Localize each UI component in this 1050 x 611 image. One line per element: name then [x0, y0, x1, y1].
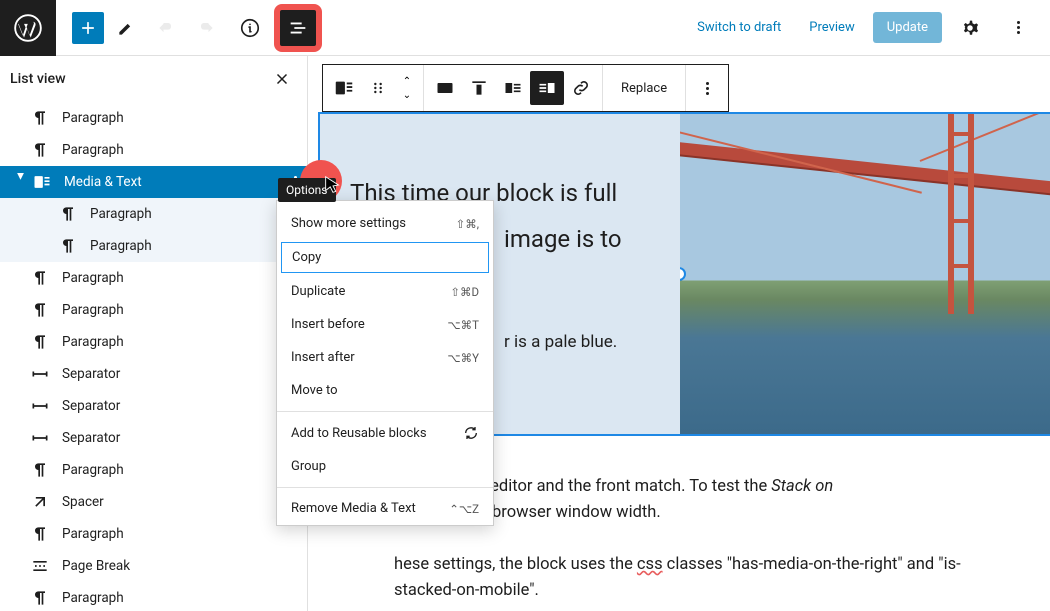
list-item[interactable]: Paragraph — [0, 102, 307, 134]
media-text-image[interactable] — [680, 114, 1050, 434]
hero-line: r is a pale blue. — [504, 329, 660, 356]
top-toolbar: Switch to draft Preview Update — [0, 0, 1050, 56]
separator-icon — [28, 396, 52, 416]
list-item[interactable]: Paragraph — [0, 294, 307, 326]
menu-item[interactable]: Remove Media & Text⌃⌥Z — [277, 492, 493, 525]
block-options-menu: Show more settings⇧⌘,CopyDuplicate⇧⌘DIns… — [276, 200, 494, 526]
paragraph-icon — [56, 204, 80, 224]
list-item[interactable]: Paragraph — [0, 326, 307, 358]
update-button[interactable]: Update — [873, 12, 942, 43]
list-item[interactable]: Paragraph — [0, 454, 307, 486]
pagebreak-icon — [28, 556, 52, 576]
list-view-icon — [287, 17, 309, 39]
list-item[interactable]: Paragraph — [0, 134, 307, 166]
media-text-icon — [30, 172, 54, 192]
list-item-selected[interactable]: ▸Media & Text — [0, 166, 307, 198]
sidebar-title: List view — [10, 71, 66, 87]
edit-mode-button[interactable] — [108, 10, 144, 46]
wordpress-logo[interactable] — [0, 0, 56, 56]
media-left-button[interactable] — [496, 71, 530, 105]
align-top-button[interactable] — [462, 71, 496, 105]
list-item[interactable]: Paragraph — [0, 262, 307, 294]
list-item[interactable]: Page Break — [0, 550, 307, 582]
paragraph-icon — [28, 108, 52, 128]
paragraph-icon — [28, 332, 52, 352]
close-icon — [273, 70, 291, 88]
redo-button[interactable] — [188, 10, 224, 46]
block-type-button[interactable] — [327, 71, 361, 105]
switch-to-draft-button[interactable]: Switch to draft — [687, 14, 791, 41]
paragraph-icon — [56, 236, 80, 256]
menu-item[interactable]: Add to Reusable blocks — [277, 416, 493, 450]
menu-item[interactable]: Duplicate⇧⌘D — [277, 275, 493, 308]
list-item[interactable]: Separator — [0, 390, 307, 422]
list-item[interactable]: Paragraph — [0, 198, 307, 230]
body-paragraph[interactable]: hese settings, the block uses the css cl… — [394, 552, 1010, 603]
list-view-toggle[interactable] — [280, 10, 316, 46]
paragraph-icon — [28, 300, 52, 320]
paragraph-icon — [28, 140, 52, 160]
move-arrows[interactable]: ⌃⌄ — [395, 74, 419, 102]
toolbar-left — [0, 0, 316, 55]
menu-item[interactable]: Insert before⌥⌘T — [277, 308, 493, 341]
cursor-icon — [322, 174, 344, 196]
menu-item[interactable]: Copy — [281, 242, 489, 273]
sidebar-header: List view — [0, 56, 307, 102]
block-toolbar: ⌃⌄ Replace — [322, 64, 729, 112]
resize-handle[interactable] — [680, 267, 686, 281]
block-options-button[interactable] — [690, 71, 724, 105]
reusable-icon — [463, 425, 479, 441]
add-block-button[interactable] — [72, 12, 104, 44]
list-item[interactable]: Spacer — [0, 486, 307, 518]
list-item[interactable]: Paragraph — [0, 230, 307, 262]
list-item[interactable]: Separator — [0, 422, 307, 454]
close-sidebar-button[interactable] — [273, 70, 291, 88]
paragraph-icon — [28, 588, 52, 608]
replace-media-button[interactable]: Replace — [607, 71, 681, 105]
align-none-button[interactable] — [428, 71, 462, 105]
spacer-icon — [28, 492, 52, 512]
toolbar-right: Switch to draft Preview Update — [687, 10, 1038, 46]
more-options-button[interactable] — [1000, 10, 1036, 46]
menu-item[interactable]: Insert after⌥⌘Y — [277, 341, 493, 374]
menu-item[interactable]: Group — [277, 450, 493, 483]
link-button[interactable] — [564, 71, 598, 105]
drag-handle[interactable] — [361, 71, 395, 105]
paragraph-icon — [28, 268, 52, 288]
list-item[interactable]: Separator — [0, 358, 307, 390]
menu-item[interactable]: Show more settings⇧⌘, — [277, 207, 493, 240]
list-view-sidebar: List view ParagraphParagraph▸Media & Tex… — [0, 56, 308, 611]
media-right-button[interactable] — [530, 71, 564, 105]
settings-button[interactable] — [952, 10, 988, 46]
separator-icon — [28, 428, 52, 448]
list-item[interactable]: Paragraph — [0, 582, 307, 611]
block-list: ParagraphParagraph▸Media & TextParagraph… — [0, 102, 307, 611]
hero-line: image is to — [504, 220, 660, 258]
separator-icon — [28, 364, 52, 384]
list-item[interactable]: Paragraph — [0, 518, 307, 550]
undo-button[interactable] — [148, 10, 184, 46]
menu-item[interactable]: Move to — [277, 374, 493, 407]
paragraph-icon — [28, 524, 52, 544]
paragraph-icon — [28, 460, 52, 480]
info-button[interactable] — [232, 10, 268, 46]
preview-button[interactable]: Preview — [799, 14, 864, 41]
